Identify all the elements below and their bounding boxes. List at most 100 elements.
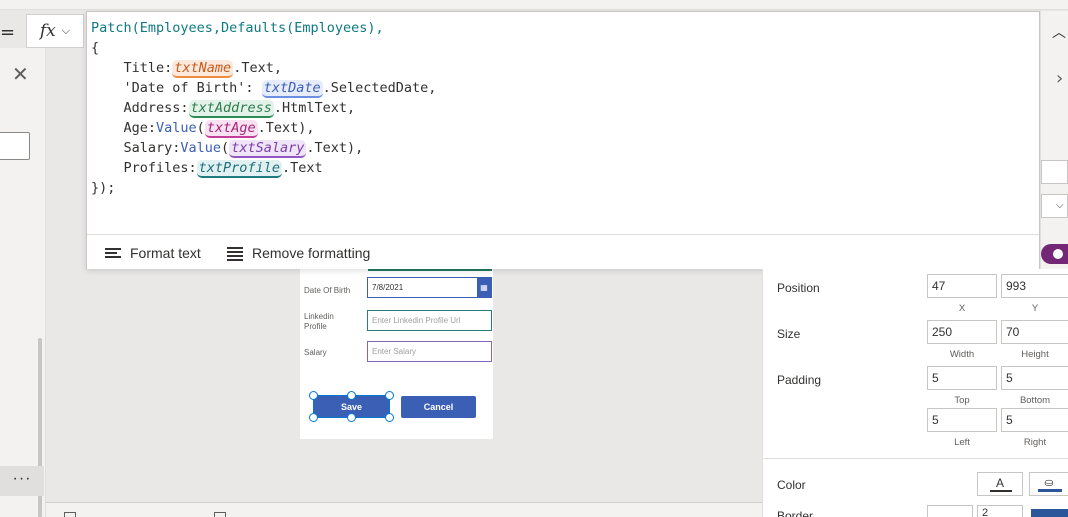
linkedin-label-line1: Linkedin [304,312,334,321]
color-label: Color [777,478,806,492]
property-toggle[interactable] [1041,244,1068,264]
control-ref-txtdate: txtDate [261,80,323,98]
salary-input[interactable]: Enter Salary [367,341,492,362]
code-token: .SelectedDate, [322,80,437,96]
fx-icon: fx [39,21,56,41]
code-token: Title: [91,60,173,76]
resize-handle[interactable] [309,413,318,422]
code-token: Value [180,140,222,156]
padding-top-input[interactable]: 5 [927,366,997,390]
linkedin-label-line2: Profile [304,322,327,331]
bottom-bar-icon[interactable] [64,512,76,517]
code-token: Address: [91,100,189,116]
x-caption: X [958,303,966,314]
code-token: .Text), [306,140,364,156]
padding-bottom-input[interactable]: 5 [1001,366,1068,390]
cancel-button[interactable]: Cancel [401,396,476,418]
code-token: Profiles: [91,160,197,176]
control-ref-txtaddress: txtAddress [188,100,274,118]
chevron-down-icon: ⌵ [61,24,71,37]
border-width-input[interactable]: 2 [977,505,1023,517]
code-token: .Text [281,160,323,176]
canvas-bottom-bar [46,502,762,517]
property-select[interactable]: ⌵ [1041,194,1068,218]
close-icon[interactable]: ✕ [12,62,29,86]
left-search-input[interactable] [0,132,30,160]
bottom-bar-icon[interactable] [214,512,226,517]
control-ref-txtsalary: txtSalary [229,140,307,158]
remove-formatting-icon [227,247,243,261]
top-caption: Top [954,395,970,406]
salary-label: Salary [304,348,327,357]
formula-code[interactable]: Patch(Employees,Defaults(Employees), { T… [91,18,436,198]
position-label: Position [777,281,820,295]
width-input[interactable]: 250 [927,320,997,344]
code-token: (Employees), [286,20,384,36]
date-picker[interactable]: 7/8/2021 ▦ [367,277,492,298]
text-color-button[interactable]: A [977,472,1023,496]
code-token: .Text), [257,120,315,136]
control-ref-txtname: txtName [172,60,234,78]
code-token: { [91,40,100,56]
border-style-select[interactable] [927,505,973,517]
resize-handle[interactable] [309,391,318,400]
size-label: Size [777,327,801,341]
bottom-caption: Bottom [1019,395,1051,406]
padding-right-input[interactable]: 5 [1001,408,1068,432]
code-token: ( [221,140,230,156]
resize-handle[interactable] [347,413,356,422]
height-caption: Height [1021,349,1049,360]
code-token: (Employees, [131,20,222,36]
panel-divider [763,458,1068,459]
width-caption: Width [949,349,975,360]
code-token: .Text, [233,60,282,76]
code-token: Defaults [221,20,287,36]
code-token: }); [91,180,116,196]
padding-label: Padding [777,373,822,387]
y-caption: Y [1031,303,1039,314]
remove-formatting-button[interactable]: Remove formatting [227,245,370,261]
fill-color-icon[interactable]: ⛀ [1029,472,1068,496]
left-caption: Left [954,437,970,448]
format-text-icon [105,247,121,259]
power-apps-studio: = fx ⌵ ✕ ··· Date Of Birth 7/8/2021 ▦ Li… [0,0,1068,517]
code-token: ( [196,120,205,136]
property-input[interactable] [1041,160,1068,184]
dob-label: Date Of Birth [304,286,351,295]
date-value: 7/8/2021 [372,283,404,292]
resize-handle[interactable] [385,391,394,400]
linkedin-input[interactable]: Enter Linkedin Profile Url [367,310,492,331]
position-y-input[interactable]: 993 [1001,274,1068,298]
remove-formatting-label: Remove formatting [252,245,371,261]
fx-dropdown-button[interactable]: fx ⌵ [26,14,84,48]
code-token: Salary: [91,140,181,156]
top-strip [0,0,1068,10]
right-caption: Right [1023,437,1047,448]
calendar-icon[interactable]: ▦ [477,278,491,297]
left-panel: ✕ ··· [0,48,46,517]
collapse-chevron-up-icon[interactable]: ︿ [1052,22,1066,42]
properties-panel: Position 47 993 X Y Size 250 70 Width He… [762,269,1068,517]
border-label: Border [777,509,814,517]
format-text-button[interactable]: Format text [105,245,201,261]
height-input[interactable]: 70 [1001,320,1068,344]
border-color-swatch[interactable] [1031,509,1068,517]
resize-handle[interactable] [347,391,356,400]
code-token: 'Date of Birth': [91,80,262,96]
equals-sign: = [0,22,16,43]
right-strip [1040,11,1068,269]
format-text-label: Format text [130,245,201,261]
more-options-button[interactable]: ··· [0,466,44,496]
control-ref-txtage: txtAge [204,120,258,138]
chevron-right-icon[interactable]: › [1056,68,1063,89]
employee-form: Date Of Birth 7/8/2021 ▦ Linkedin Profil… [300,268,493,439]
code-token: Age: [91,120,157,136]
position-x-input[interactable]: 47 [927,274,997,298]
code-token: .HtmlText, [273,100,356,116]
resize-handle[interactable] [385,413,394,422]
code-token: Value [156,120,197,136]
padding-left-input[interactable]: 5 [927,408,997,432]
formula-editor[interactable]: Patch(Employees,Defaults(Employees), { T… [86,11,1040,269]
control-ref-txtprofile: txtProfile [196,160,282,178]
code-token: Patch [91,20,132,36]
